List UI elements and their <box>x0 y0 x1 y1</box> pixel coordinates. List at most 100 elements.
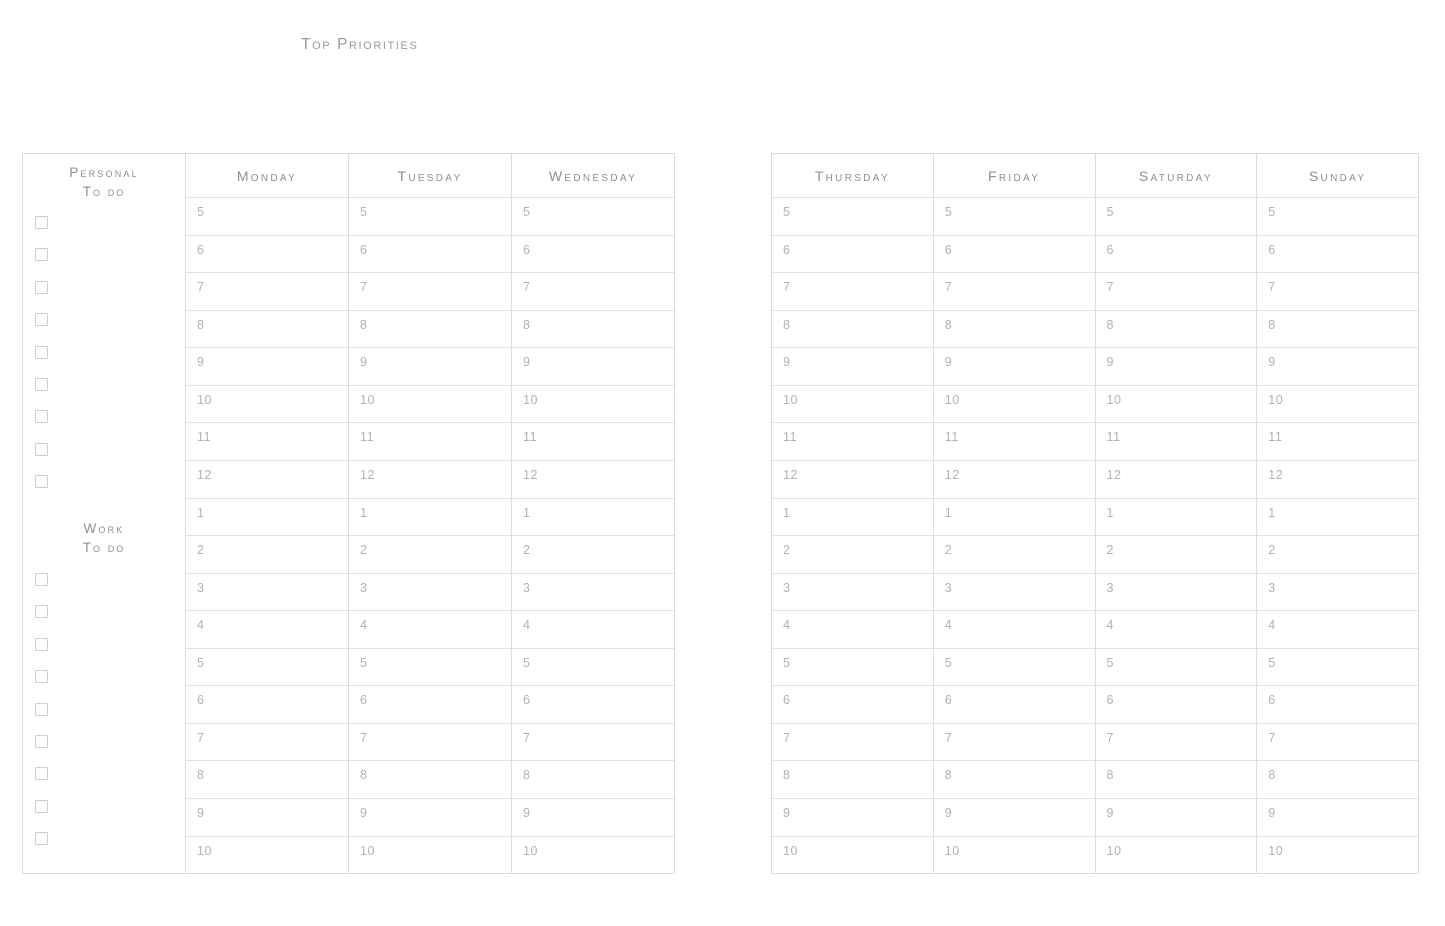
hour-cell[interactable]: 5 <box>349 197 511 235</box>
hour-cell[interactable]: 3 <box>1095 572 1257 611</box>
hour-cell[interactable]: 8 <box>349 309 511 348</box>
hour-cell[interactable]: 3 <box>349 572 511 611</box>
hour-cell[interactable]: 5 <box>186 647 348 686</box>
todo-checkbox[interactable] <box>35 248 48 262</box>
todo-checkbox[interactable] <box>35 734 48 748</box>
hour-cell[interactable]: 6 <box>349 685 511 723</box>
hour-cell[interactable]: 9 <box>1095 347 1257 385</box>
hour-cell[interactable]: 12 <box>1095 459 1257 498</box>
hour-cell[interactable]: 6 <box>1095 234 1257 273</box>
hour-cell[interactable]: 6 <box>512 234 674 273</box>
hour-cell[interactable]: 4 <box>1095 610 1257 648</box>
hour-cell[interactable]: 6 <box>1257 685 1418 723</box>
hour-cell[interactable]: 3 <box>512 572 674 611</box>
hour-cell[interactable]: 10 <box>349 835 511 874</box>
todo-checkbox[interactable] <box>35 216 48 229</box>
hour-cell[interactable]: 8 <box>1095 760 1257 798</box>
hour-cell[interactable]: 5 <box>772 197 933 235</box>
hour-cell[interactable]: 8 <box>1257 309 1418 348</box>
hour-cell[interactable]: 8 <box>512 309 674 348</box>
hour-cell[interactable]: 8 <box>349 760 511 798</box>
hour-cell[interactable]: 7 <box>772 272 933 310</box>
todo-checkbox[interactable] <box>35 475 48 489</box>
hour-cell[interactable]: 5 <box>349 647 511 686</box>
todo-checkbox[interactable] <box>35 280 48 294</box>
hour-cell[interactable]: 2 <box>933 535 1095 573</box>
hour-cell[interactable]: 9 <box>349 798 511 836</box>
hour-cell[interactable]: 10 <box>512 384 674 423</box>
hour-cell[interactable]: 3 <box>933 572 1095 611</box>
hour-cell[interactable]: 12 <box>772 459 933 498</box>
hour-cell[interactable]: 8 <box>186 760 348 798</box>
hour-cell[interactable]: 5 <box>186 197 348 235</box>
hour-cell[interactable]: 6 <box>186 234 348 273</box>
hour-cell[interactable]: 4 <box>1257 610 1418 648</box>
hour-cell[interactable]: 8 <box>512 760 674 798</box>
hour-cell[interactable]: 5 <box>933 197 1095 235</box>
hour-cell[interactable]: 3 <box>772 572 933 611</box>
hour-cell[interactable]: 10 <box>186 384 348 423</box>
hour-cell[interactable]: 7 <box>933 722 1095 761</box>
hour-cell[interactable]: 1 <box>186 497 348 536</box>
hour-cell[interactable]: 2 <box>772 535 933 573</box>
hour-cell[interactable]: 9 <box>1257 798 1418 836</box>
todo-checkbox[interactable] <box>35 767 48 781</box>
hour-cell[interactable]: 11 <box>1257 422 1418 460</box>
hour-cell[interactable]: 6 <box>772 685 933 723</box>
hour-cell[interactable]: 11 <box>1095 422 1257 460</box>
hour-cell[interactable]: 11 <box>933 422 1095 460</box>
todo-checkbox[interactable] <box>35 377 48 391</box>
hour-cell[interactable]: 6 <box>772 234 933 273</box>
hour-cell[interactable]: 10 <box>1095 835 1257 874</box>
hour-cell[interactable]: 12 <box>186 459 348 498</box>
todo-checkbox[interactable] <box>35 637 48 651</box>
hour-cell[interactable]: 10 <box>1257 835 1418 874</box>
hour-cell[interactable]: 8 <box>772 760 933 798</box>
hour-cell[interactable]: 4 <box>933 610 1095 648</box>
hour-cell[interactable]: 8 <box>933 760 1095 798</box>
hour-cell[interactable]: 9 <box>349 347 511 385</box>
hour-cell[interactable]: 4 <box>349 610 511 648</box>
hour-cell[interactable]: 7 <box>1095 722 1257 761</box>
hour-cell[interactable]: 8 <box>1257 760 1418 798</box>
hour-cell[interactable]: 6 <box>186 685 348 723</box>
hour-cell[interactable]: 2 <box>1095 535 1257 573</box>
hour-cell[interactable]: 7 <box>1257 272 1418 310</box>
hour-cell[interactable]: 10 <box>1257 384 1418 423</box>
hour-cell[interactable]: 6 <box>349 234 511 273</box>
hour-cell[interactable]: 5 <box>1095 197 1257 235</box>
hour-cell[interactable]: 1 <box>933 497 1095 536</box>
hour-cell[interactable]: 5 <box>512 197 674 235</box>
hour-cell[interactable]: 12 <box>1257 459 1418 498</box>
hour-cell[interactable]: 1 <box>1257 497 1418 536</box>
hour-cell[interactable]: 5 <box>1257 197 1418 235</box>
hour-cell[interactable]: 10 <box>933 835 1095 874</box>
hour-cell[interactable]: 1 <box>512 497 674 536</box>
hour-cell[interactable]: 8 <box>933 309 1095 348</box>
hour-cell[interactable]: 9 <box>933 798 1095 836</box>
hour-cell[interactable]: 9 <box>1095 798 1257 836</box>
hour-cell[interactable]: 2 <box>186 535 348 573</box>
hour-cell[interactable]: 2 <box>512 535 674 573</box>
hour-cell[interactable]: 10 <box>772 384 933 423</box>
hour-cell[interactable]: 10 <box>1095 384 1257 423</box>
hour-cell[interactable]: 1 <box>1095 497 1257 536</box>
todo-checkbox[interactable] <box>35 670 48 684</box>
hour-cell[interactable]: 12 <box>933 459 1095 498</box>
hour-cell[interactable]: 7 <box>186 722 348 761</box>
hour-cell[interactable]: 9 <box>512 347 674 385</box>
todo-checkbox[interactable] <box>35 605 48 619</box>
hour-cell[interactable]: 9 <box>186 347 348 385</box>
hour-cell[interactable]: 7 <box>1257 722 1418 761</box>
hour-cell[interactable]: 9 <box>1257 347 1418 385</box>
hour-cell[interactable]: 9 <box>772 347 933 385</box>
hour-cell[interactable]: 4 <box>772 610 933 648</box>
hour-cell[interactable]: 12 <box>349 459 511 498</box>
hour-cell[interactable]: 3 <box>1257 572 1418 611</box>
hour-cell[interactable]: 7 <box>186 272 348 310</box>
hour-cell[interactable]: 7 <box>933 272 1095 310</box>
hour-cell[interactable]: 1 <box>349 497 511 536</box>
hour-cell[interactable]: 11 <box>186 422 348 460</box>
hour-cell[interactable]: 12 <box>512 459 674 498</box>
hour-cell[interactable]: 3 <box>186 572 348 611</box>
